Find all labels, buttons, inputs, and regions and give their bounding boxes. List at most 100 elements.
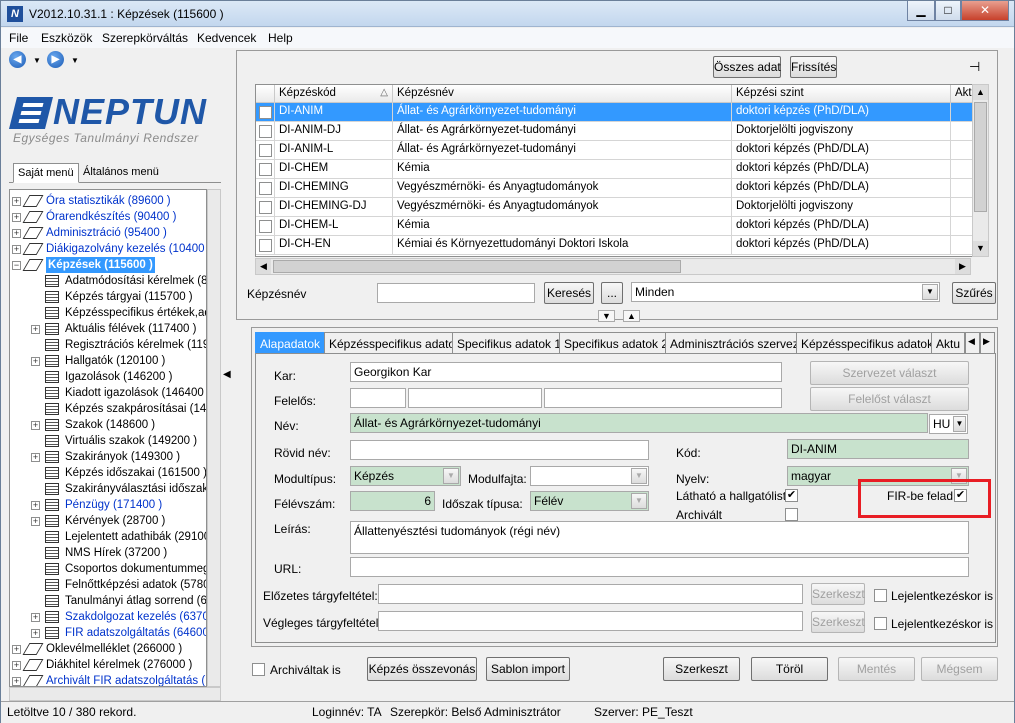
expand-icon[interactable]: + xyxy=(12,197,21,206)
kepzes-osszevonas-button[interactable]: Képzés összevonás xyxy=(367,657,477,681)
chevron-down-icon[interactable]: ▼ xyxy=(443,468,459,484)
tree-item[interactable]: Virtuális szakok (149200 ) xyxy=(10,433,206,449)
tree-item[interactable]: Igazolások (146200 ) xyxy=(10,369,206,385)
scroll-thumb[interactable] xyxy=(273,260,681,273)
minimize-button[interactable]: ▁ xyxy=(907,1,935,21)
table-cell[interactable]: Állat- és Agrárkörnyezet-tudományi xyxy=(393,141,732,160)
row-checkbox[interactable] xyxy=(259,182,272,195)
menu-kedvencek[interactable]: Kedvencek xyxy=(197,31,256,45)
scroll-left-arrow-icon[interactable]: ◀ xyxy=(256,259,271,274)
tab-kepzesspecifikus-adatok[interactable]: Képzésspecifikus adatok xyxy=(324,332,467,353)
tab-scroll-right-icon[interactable]: ▶ xyxy=(980,332,995,353)
tab-adminisztracios-szervezet[interactable]: Adminisztrációs szervezet xyxy=(665,332,814,353)
scroll-thumb[interactable] xyxy=(974,102,987,212)
tree-item[interactable]: + FIR adatszolgáltatás (64600 ) xyxy=(10,625,206,641)
tab-kepzesspecifikus-adatok-2[interactable]: Képzésspecifikus adatok 2 xyxy=(796,332,949,353)
expand-icon[interactable]: + xyxy=(31,357,40,366)
table-cell[interactable]: Kémia xyxy=(393,160,732,179)
table-cell[interactable]: Állat- és Agrárkörnyezet-tudományi xyxy=(393,103,732,122)
scroll-right-arrow-icon[interactable]: ▶ xyxy=(955,259,970,274)
row-select-cell[interactable] xyxy=(256,122,275,141)
table-cell[interactable]: doktori képzés (PhD/DLA) xyxy=(732,160,951,179)
table-cell-akt[interactable] xyxy=(951,160,972,179)
tree-item[interactable]: + Oklevélmelléklet (266000 ) xyxy=(10,641,206,657)
collapse-up-icon[interactable]: ▲ xyxy=(623,310,640,322)
elozetes-targyfeltetel-field[interactable] xyxy=(378,584,803,604)
table-cell[interactable]: DI-CH-EN xyxy=(275,236,393,255)
tree-item[interactable]: NMS Hírek (37200 ) xyxy=(10,545,206,561)
grid-header-kepzeskod[interactable]: Képzéskód △ xyxy=(275,85,393,103)
tree-item[interactable]: + Aktuális félévek (117400 ) xyxy=(10,321,206,337)
tree-item[interactable]: + Szakok (148600 ) xyxy=(10,417,206,433)
row-select-cell[interactable] xyxy=(256,236,275,255)
close-button[interactable]: ✕ xyxy=(961,1,1009,21)
row-checkbox[interactable] xyxy=(259,201,272,214)
pin-icon[interactable]: ⊣ xyxy=(969,59,980,75)
frissites-button[interactable]: Frissítés xyxy=(790,56,837,78)
collapse-icon[interactable]: − xyxy=(12,261,21,270)
row-select-cell[interactable] xyxy=(256,160,275,179)
kod-field[interactable]: DI-ANIM xyxy=(787,439,969,459)
title-bar[interactable]: N V2012.10.31.1 : Képzések (115600 ) ▁ □… xyxy=(1,1,1014,27)
menu-eszkozok[interactable]: Eszközök xyxy=(41,31,92,45)
table-cell[interactable]: doktori képzés (PhD/DLA) xyxy=(732,141,951,160)
tree-item[interactable]: + Órarendkészítés (90400 ) xyxy=(10,209,206,225)
table-cell-akt[interactable] xyxy=(951,122,972,141)
chevron-down-icon[interactable]: ▼ xyxy=(953,416,966,432)
tree-item[interactable]: + Diákigazolvány kezelés (10400 xyxy=(10,241,206,257)
leiras-textarea[interactable]: Állattenyésztési tudományok (régi név) xyxy=(350,521,969,554)
grid-header-kepzesi-szint[interactable]: Képzési szint xyxy=(732,85,951,103)
tree-item[interactable]: + Archivált FIR adatszolgáltatás (1 xyxy=(10,673,206,686)
tree-item[interactable]: Csoportos dokumentummegte xyxy=(10,561,206,577)
collapse-down-icon[interactable]: ▼ xyxy=(598,310,615,322)
tree-item[interactable]: − Képzések (115600 ) xyxy=(10,257,206,273)
row-select-cell[interactable] xyxy=(256,217,275,236)
chevron-down-icon[interactable]: ▼ xyxy=(33,56,41,65)
expand-icon[interactable]: + xyxy=(31,517,40,526)
table-cell[interactable]: DI-CHEM-L xyxy=(275,217,393,236)
row-select-cell[interactable] xyxy=(256,103,275,122)
table-cell[interactable]: DI-ANIM-L xyxy=(275,141,393,160)
table-cell[interactable]: Állat- és Agrárkörnyezet-tudományi xyxy=(393,122,732,141)
table-cell[interactable]: Doktorjelölti jogviszony xyxy=(732,122,951,141)
szures-button[interactable]: Szűrés xyxy=(952,282,996,304)
url-field[interactable] xyxy=(350,557,969,577)
row-checkbox[interactable] xyxy=(259,220,272,233)
tree-horizontal-scrollbar[interactable] xyxy=(9,687,221,701)
kereses-button[interactable]: Keresés xyxy=(544,282,594,304)
tab-alapadatok[interactable]: Alapadatok xyxy=(255,332,326,353)
chevron-down-icon[interactable]: ▼ xyxy=(71,56,79,65)
tree-item[interactable]: + Kérvények (28700 ) xyxy=(10,513,206,529)
torol-button[interactable]: Töröl xyxy=(751,657,828,681)
archivaltak-is-checkbox[interactable] xyxy=(252,663,265,676)
expand-icon[interactable]: + xyxy=(12,645,21,654)
tab-aktu[interactable]: Aktu xyxy=(931,332,965,353)
chevron-down-icon[interactable]: ▼ xyxy=(922,284,938,300)
row-select-cell[interactable] xyxy=(256,198,275,217)
tree-item[interactable]: + Szakdolgozat kezelés (63700 xyxy=(10,609,206,625)
tree-item[interactable]: Képzés tárgyai (115700 ) xyxy=(10,289,206,305)
tree-item[interactable]: Képzésspecifikus értékek,ada xyxy=(10,305,206,321)
felelos-extra-field[interactable] xyxy=(544,388,782,408)
table-cell-akt[interactable] xyxy=(951,179,972,198)
table-cell[interactable]: DI-CHEMING-DJ xyxy=(275,198,393,217)
menu-file[interactable]: File xyxy=(9,31,28,45)
tree-item[interactable]: + Hallgatók (120100 ) xyxy=(10,353,206,369)
nev-field[interactable]: Állat- és Agrárkörnyezet-tudományi xyxy=(350,413,928,433)
search-input[interactable] xyxy=(377,283,535,303)
tab-scroll-left-icon[interactable]: ◀ xyxy=(965,332,980,353)
filter-select[interactable]: Minden ▼ xyxy=(631,282,940,302)
sablon-import-button[interactable]: Sablon import xyxy=(486,657,570,681)
tree-item[interactable]: Felnőttképzési adatok (57800 xyxy=(10,577,206,593)
table-cell-akt[interactable] xyxy=(951,236,972,255)
table-cell[interactable]: DI-ANIM-DJ xyxy=(275,122,393,141)
expand-icon[interactable]: + xyxy=(12,213,21,222)
table-cell[interactable]: DI-ANIM xyxy=(275,103,393,122)
table-cell[interactable]: doktori képzés (PhD/DLA) xyxy=(732,217,951,236)
grid-header-akt[interactable]: Akt xyxy=(951,85,972,103)
modulfajta-select[interactable]: ▼ xyxy=(530,466,649,486)
tree-item[interactable]: + Szakirányok (149300 ) xyxy=(10,449,206,465)
table-cell-akt[interactable] xyxy=(951,198,972,217)
row-checkbox[interactable] xyxy=(259,106,272,119)
osszes-adat-button[interactable]: Összes adat xyxy=(713,56,781,78)
